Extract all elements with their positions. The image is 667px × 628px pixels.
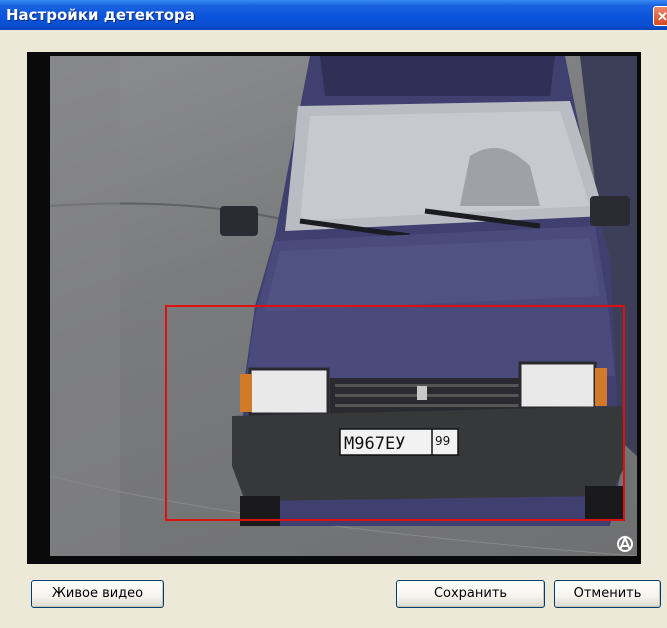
close-icon: ✕	[657, 9, 667, 24]
detection-zone-rectangle[interactable]	[165, 305, 625, 521]
cancel-button[interactable]: Отменить	[554, 580, 661, 608]
live-video-button[interactable]: Живое видео	[31, 580, 164, 608]
camera-logo-icon	[617, 535, 633, 552]
window-title: Настройки детектора	[6, 6, 195, 24]
detector-settings-window: Настройки детектора ✕ М967ЕУ 99 Живое ви…	[0, 0, 667, 628]
save-button[interactable]: Сохранить	[396, 580, 545, 608]
title-bar[interactable]: Настройки детектора ✕	[0, 0, 667, 30]
close-button[interactable]: ✕	[653, 6, 667, 26]
